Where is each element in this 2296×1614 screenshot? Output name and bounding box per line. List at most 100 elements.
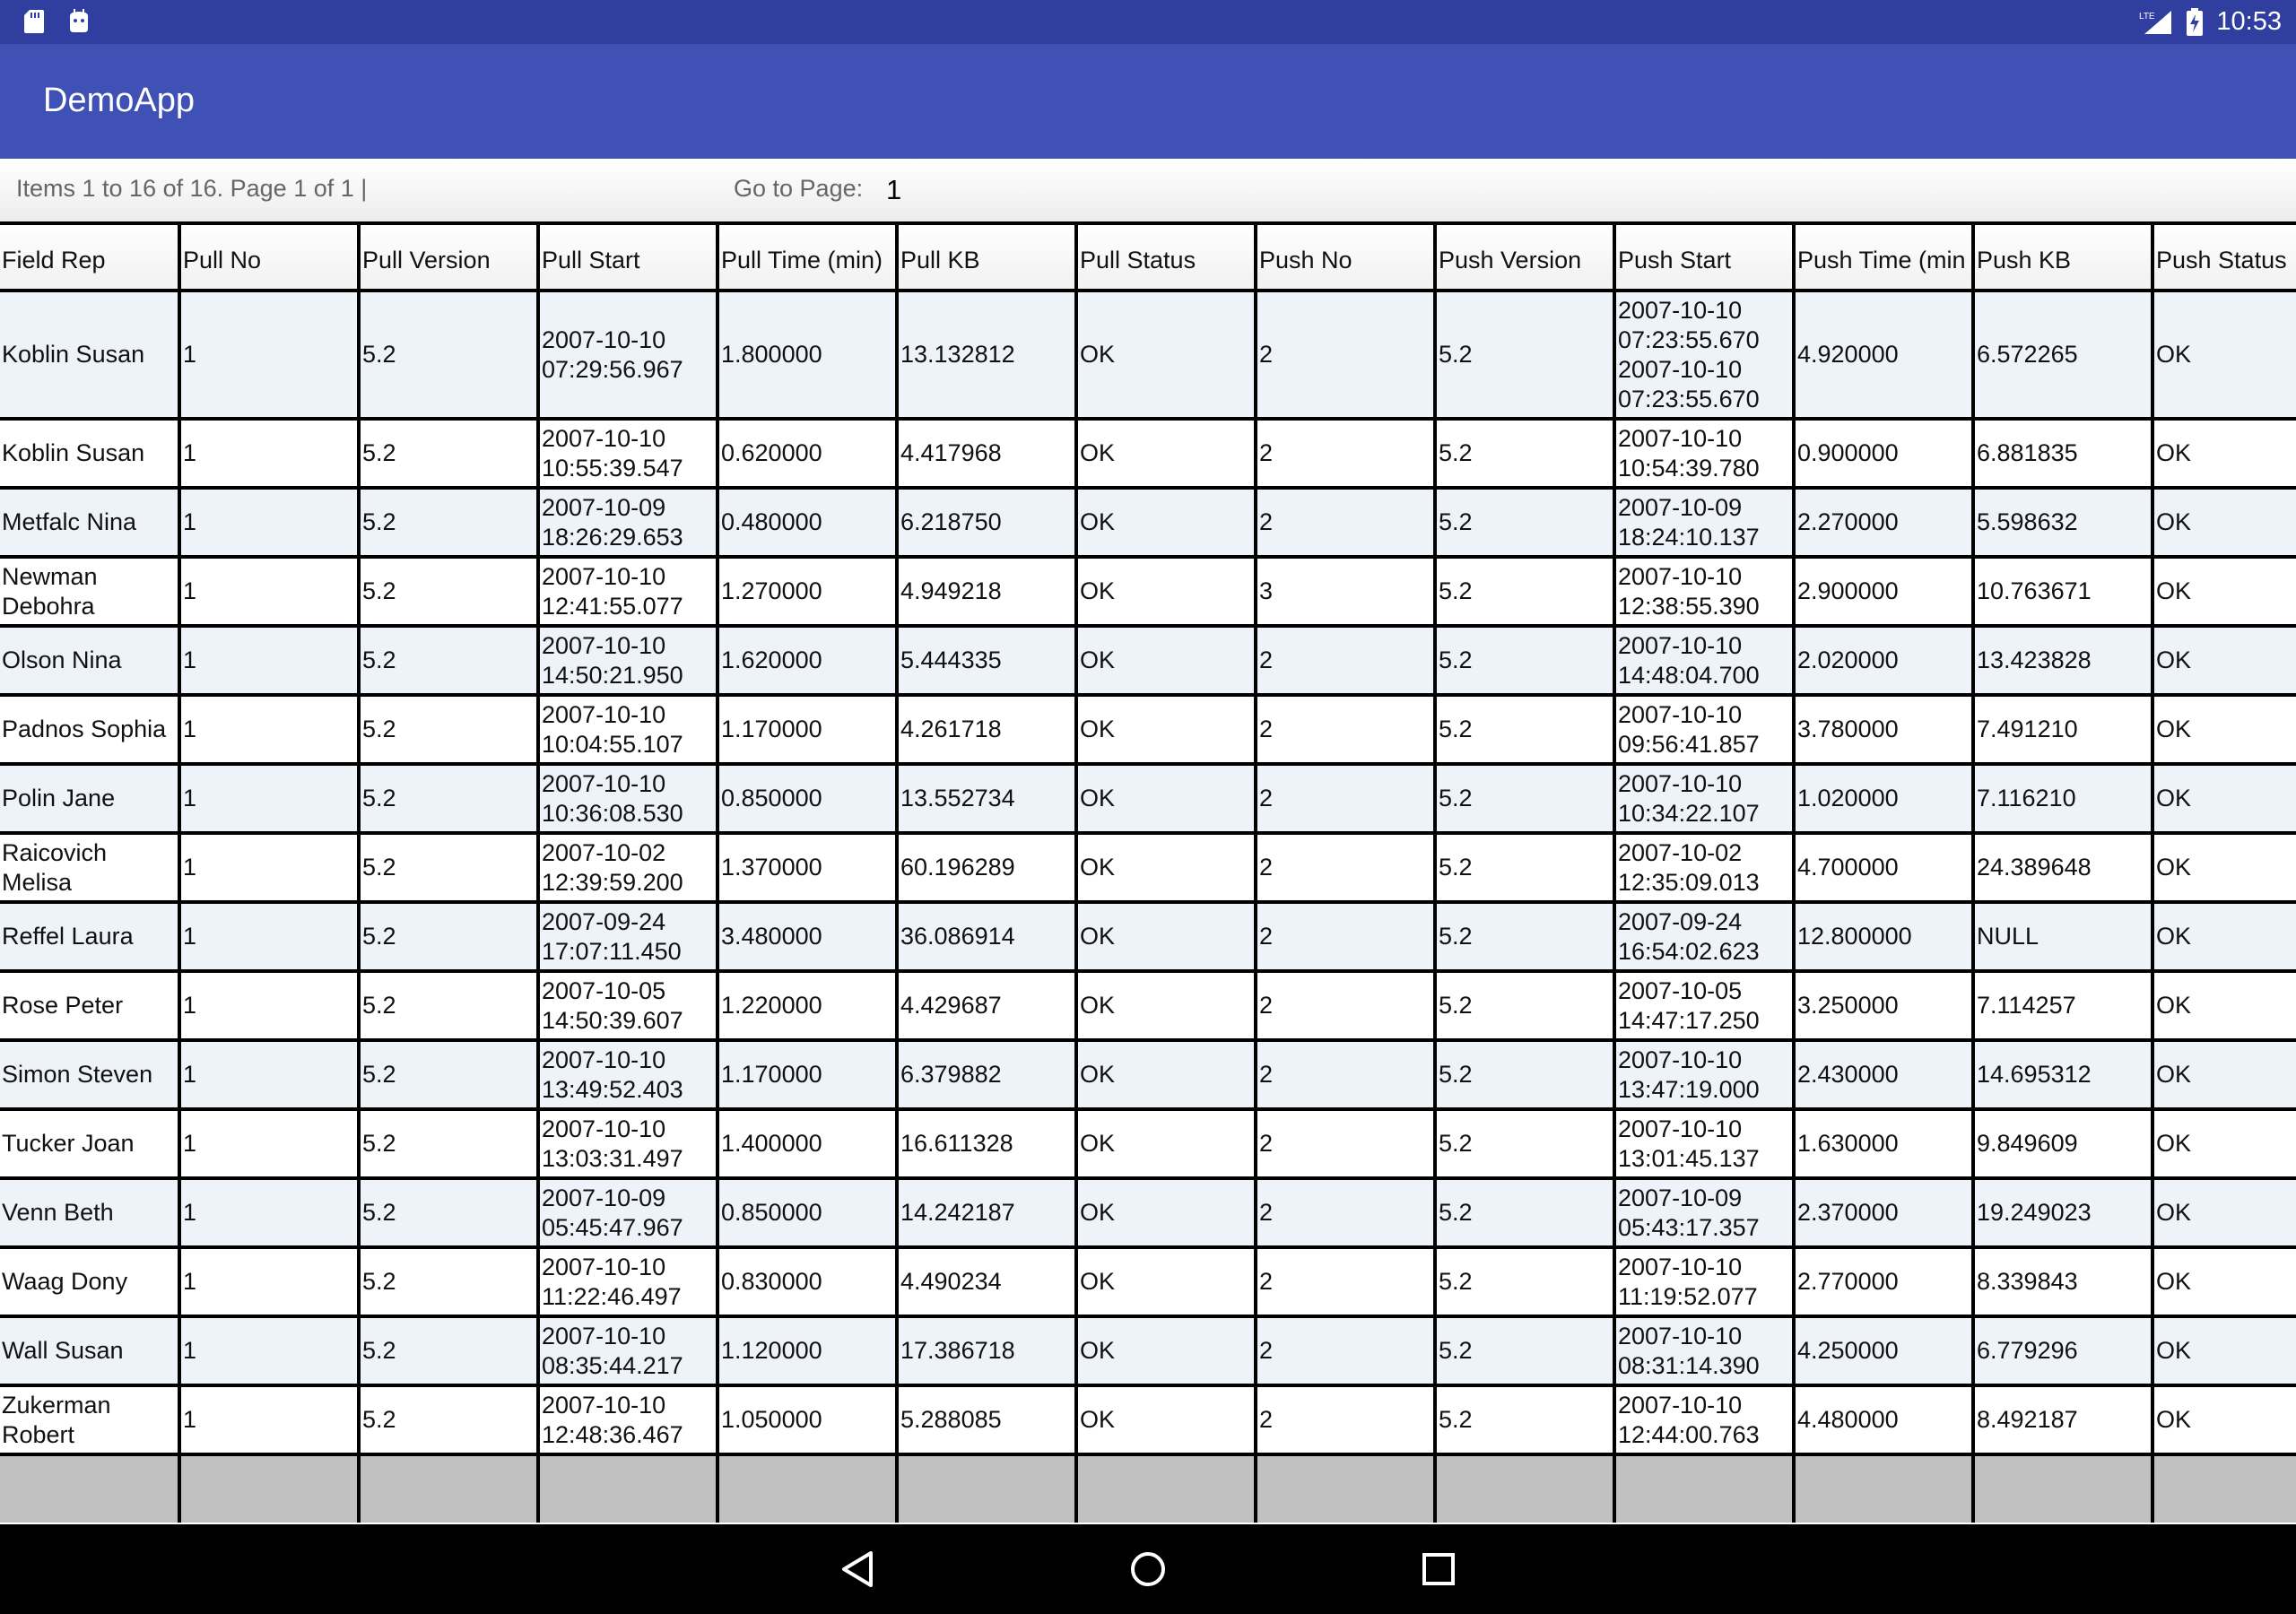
table-cell[interactable]: 5.2 xyxy=(357,831,540,904)
table-cell[interactable]: 8.492187 xyxy=(1971,1384,2154,1456)
table-cell[interactable]: OK xyxy=(1074,289,1257,421)
table-cell[interactable]: 7.491210 xyxy=(1971,693,2154,766)
table-cell[interactable]: 4.920000 xyxy=(1792,289,1975,421)
table-cell[interactable]: 5.2 xyxy=(1433,1245,1616,1318)
table-cell[interactable]: 6.218750 xyxy=(895,486,1078,559)
table-cell[interactable]: 1.120000 xyxy=(716,1315,899,1387)
table-cell[interactable]: 1 xyxy=(178,555,361,628)
table-cell[interactable]: 2007-10-10 12:48:36.467 xyxy=(536,1384,719,1456)
table-row[interactable]: Koblin Susan 1 5.2 2007-10-10 10:55:39.547 0… xyxy=(0,417,2296,490)
table-cell[interactable]: 1 xyxy=(178,1315,361,1387)
table-cell[interactable]: 6.779296 xyxy=(1971,1315,2154,1387)
table-row[interactable]: Padnos Sophia 1 5.2 2007-10-10 10:04:55.107… xyxy=(0,693,2296,766)
table-cell[interactable]: Raicovich Melisa xyxy=(0,831,181,904)
table-cell[interactable]: 13.423828 xyxy=(1971,624,2154,697)
table-cell[interactable]: 2007-10-02 12:39:59.200 xyxy=(536,831,719,904)
table-cell[interactable]: 5.2 xyxy=(1433,289,1616,421)
table-cell[interactable]: Rose Peter xyxy=(0,969,181,1042)
table-cell[interactable]: 7.116210 xyxy=(1971,762,2154,835)
table-cell[interactable]: 2007-10-10 10:54:39.780 xyxy=(1613,417,1796,490)
table-cell[interactable]: 2 xyxy=(1254,1107,1437,1180)
table-cell[interactable]: 2007-10-05 14:50:39.607 xyxy=(536,969,719,1042)
table-cell[interactable]: 5.2 xyxy=(357,1245,540,1318)
table-cell[interactable]: 2007-10-09 05:43:17.357 xyxy=(1613,1176,1796,1249)
table-cell[interactable]: 2.770000 xyxy=(1792,1245,1975,1318)
table-cell[interactable]: OK xyxy=(2151,1245,2296,1318)
table-row[interactable]: Reffel Laura 1 5.2 2007-09-24 17:07:11.450 3… xyxy=(0,900,2296,973)
table-cell[interactable]: 2007-10-10 10:55:39.547 xyxy=(536,417,719,490)
table-row[interactable]: Zukerman Robert 1 5.2 2007-10-10 12:48:36.4… xyxy=(0,1384,2296,1456)
table-cell[interactable]: 5.2 xyxy=(1433,1315,1616,1387)
table-cell[interactable]: 2 xyxy=(1254,762,1437,835)
table-cell[interactable]: 2 xyxy=(1254,624,1437,697)
table-cell[interactable]: 1 xyxy=(178,1107,361,1180)
table-cell[interactable]: 0.900000 xyxy=(1792,417,1975,490)
table-cell[interactable]: 5.2 xyxy=(1433,1176,1616,1249)
table-cell[interactable]: Waag Dony xyxy=(0,1245,181,1318)
table-cell[interactable]: 2007-10-10 10:36:08.530 xyxy=(536,762,719,835)
table-cell[interactable]: 1.370000 xyxy=(716,831,899,904)
column-header[interactable]: Pull Time (min) xyxy=(716,221,899,292)
table-cell[interactable]: OK xyxy=(2151,1176,2296,1249)
table-cell[interactable]: 4.700000 xyxy=(1792,831,1975,904)
table-cell[interactable]: 5.2 xyxy=(357,693,540,766)
table-cell[interactable]: 2 xyxy=(1254,1315,1437,1387)
table-cell[interactable]: 5.2 xyxy=(357,1384,540,1456)
table-cell[interactable]: OK xyxy=(2151,624,2296,697)
table-cell[interactable]: 8.339843 xyxy=(1971,1245,2154,1318)
table-cell[interactable]: 9.849609 xyxy=(1971,1107,2154,1180)
table-cell[interactable]: 0.830000 xyxy=(716,1245,899,1318)
column-header[interactable]: Push KB xyxy=(1971,221,2154,292)
column-header[interactable]: Pull Status xyxy=(1074,221,1257,292)
table-cell[interactable]: OK xyxy=(1074,1107,1257,1180)
table-cell[interactable]: 1 xyxy=(178,1384,361,1456)
table-cell[interactable]: 2 xyxy=(1254,1038,1437,1111)
table-cell[interactable]: 1 xyxy=(178,1176,361,1249)
table-cell[interactable]: 0.850000 xyxy=(716,1176,899,1249)
table-cell[interactable]: 2007-10-10 07:23:55.670 2007-10-10 07:23… xyxy=(1613,289,1796,421)
table-cell[interactable]: 4.417968 xyxy=(895,417,1078,490)
table-cell[interactable]: OK xyxy=(1074,555,1257,628)
table-cell[interactable]: 5.444335 xyxy=(895,624,1078,697)
table-cell[interactable]: 5.2 xyxy=(1433,555,1616,628)
table-cell[interactable]: 60.196289 xyxy=(895,831,1078,904)
table-cell[interactable]: 2007-10-10 08:35:44.217 xyxy=(536,1315,719,1387)
table-cell[interactable]: 1 xyxy=(178,900,361,973)
table-cell[interactable]: OK xyxy=(2151,486,2296,559)
table-cell[interactable]: 2 xyxy=(1254,693,1437,766)
table-cell[interactable]: Polin Jane xyxy=(0,762,181,835)
table-cell[interactable]: 5.2 xyxy=(1433,693,1616,766)
table-cell[interactable]: 3.250000 xyxy=(1792,969,1975,1042)
table-cell[interactable]: Olson Nina xyxy=(0,624,181,697)
table-cell[interactable]: Metfalc Nina xyxy=(0,486,181,559)
table-cell[interactable]: OK xyxy=(1074,417,1257,490)
table-cell[interactable]: 3 xyxy=(1254,555,1437,628)
table-cell[interactable]: 14.242187 xyxy=(895,1176,1078,1249)
table-cell[interactable]: 1.020000 xyxy=(1792,762,1975,835)
table-cell[interactable]: 5.2 xyxy=(357,1107,540,1180)
table-cell[interactable]: 5.288085 xyxy=(895,1384,1078,1456)
column-header[interactable]: Push Time (min xyxy=(1792,221,1975,292)
table-cell[interactable]: 4.261718 xyxy=(895,693,1078,766)
table-cell[interactable]: 1 xyxy=(178,1038,361,1111)
table-cell[interactable]: 10.763671 xyxy=(1971,555,2154,628)
table-cell[interactable]: Wall Susan xyxy=(0,1315,181,1387)
table-cell[interactable]: 2 xyxy=(1254,289,1437,421)
home-icon[interactable] xyxy=(1128,1549,1168,1589)
table-cell[interactable]: 2007-10-10 14:48:04.700 xyxy=(1613,624,1796,697)
recents-icon[interactable] xyxy=(1419,1549,1458,1589)
column-header[interactable]: Field Rep xyxy=(0,221,181,292)
column-header[interactable]: Pull No xyxy=(178,221,361,292)
table-row[interactable]: Wall Susan 1 5.2 2007-10-10 08:35:44.217 1.1… xyxy=(0,1315,2296,1387)
table-cell[interactable]: 2 xyxy=(1254,1176,1437,1249)
table-cell[interactable]: 2007-10-09 18:26:29.653 xyxy=(536,486,719,559)
table-cell[interactable]: 5.2 xyxy=(1433,486,1616,559)
table-cell[interactable]: NULL xyxy=(1971,900,2154,973)
table-cell[interactable]: 5.2 xyxy=(357,762,540,835)
table-cell[interactable]: 2007-10-10 10:04:55.107 xyxy=(536,693,719,766)
table-cell[interactable]: 24.389648 xyxy=(1971,831,2154,904)
table-cell[interactable]: 1 xyxy=(178,831,361,904)
table-cell[interactable]: 1 xyxy=(178,289,361,421)
table-cell[interactable]: 1.630000 xyxy=(1792,1107,1975,1180)
table-cell[interactable]: Koblin Susan xyxy=(0,289,181,421)
